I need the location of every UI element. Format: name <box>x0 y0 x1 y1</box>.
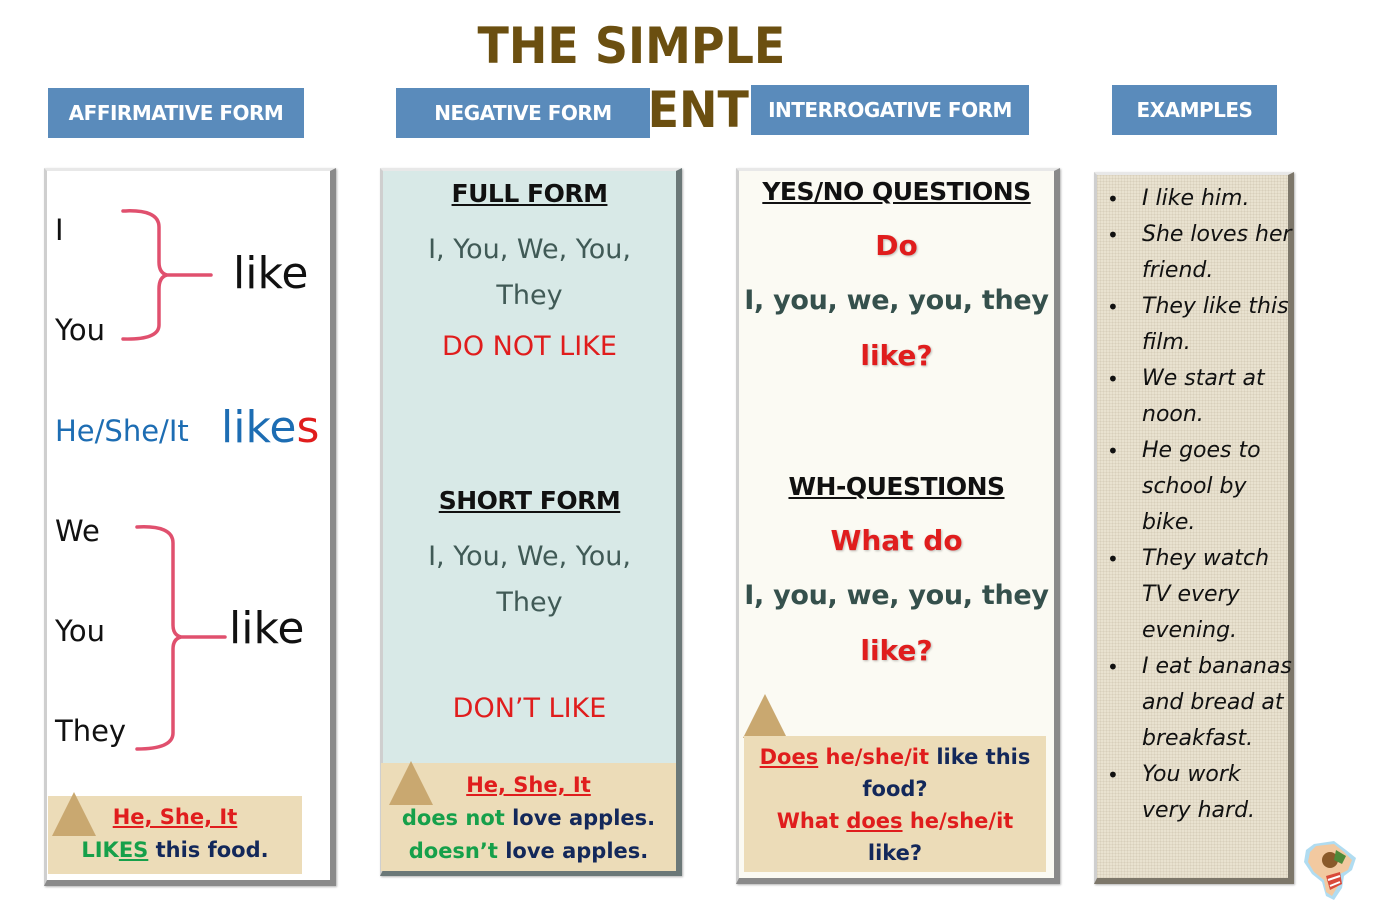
pronoun-he-she-it: He/She/It <box>55 414 189 448</box>
africa-map-icon <box>1304 841 1356 900</box>
note-verb-stem: LIK <box>81 838 119 862</box>
note-aux: Does <box>759 745 819 769</box>
example-text: We start at noon. <box>1142 366 1265 427</box>
bullet-icon: • <box>1107 187 1119 211</box>
bullet-icon: • <box>1107 439 1119 463</box>
full-form-pronouns-1: I, You, We, You, <box>428 234 631 265</box>
note-aux-full: does not <box>401 806 505 830</box>
example-text: I like him. <box>1142 186 1250 211</box>
note-rest: like? <box>867 841 923 865</box>
brace-icon <box>121 209 213 341</box>
interrogative-note: Does he/she/it like this food? What does… <box>744 736 1046 872</box>
example-item: • I eat bananas and bread at breakfast. <box>1107 649 1292 757</box>
verb-like: like <box>233 248 309 299</box>
example-text: You work very hard. <box>1142 762 1256 823</box>
example-item: • She loves her friend. <box>1107 217 1292 289</box>
verb-suffix-s: s <box>296 402 320 453</box>
note-subject: he/she/it <box>825 745 930 769</box>
bullet-icon: • <box>1107 655 1119 679</box>
note-rest: love apples. <box>505 839 649 863</box>
example-text: I eat bananas and bread at breakfast. <box>1142 654 1292 751</box>
pronoun-we: We <box>55 514 100 548</box>
bullet-icon: • <box>1107 367 1119 391</box>
header-interrogative-form: INTERROGATIVE FORM <box>751 85 1029 135</box>
example-text: They watch TV every evening. <box>1142 546 1270 643</box>
warning-triangle-icon <box>52 792 96 836</box>
warning-triangle-icon <box>743 694 787 738</box>
yes-no-aux: Do <box>875 229 918 262</box>
note-verb-suffix: ES <box>118 838 149 862</box>
wh-heading: WH-QUESTIONS <box>788 472 1005 501</box>
short-form-pronouns-2: They <box>496 587 563 618</box>
wh-pronouns: I, you, we, you, they <box>744 580 1049 611</box>
negative-note: He, She, It does not love apples. doesn’… <box>381 761 676 871</box>
note-aux-short: doesn’t <box>408 839 498 863</box>
note-subject: He, She, It <box>466 773 591 797</box>
brace-icon <box>135 525 227 751</box>
pronoun-they: They <box>55 714 127 748</box>
example-item: • They watch TV every evening. <box>1107 541 1292 649</box>
examples-panel: • I like him. • She loves her friend. • The… <box>1094 172 1294 884</box>
short-form-verb: DON’T LIKE <box>452 693 607 724</box>
warning-triangle-icon <box>389 761 433 805</box>
short-form-pronouns-1: I, You, We, You, <box>428 541 631 572</box>
full-form-heading: FULL FORM <box>451 179 608 208</box>
yes-no-pronouns: I, you, we, you, they <box>744 285 1049 316</box>
verb-like: like <box>229 603 305 654</box>
example-item: • They like this film. <box>1107 289 1292 361</box>
verb-likes: likes <box>221 402 319 453</box>
bullet-icon: • <box>1107 223 1119 247</box>
full-form-pronouns-2: They <box>496 280 563 311</box>
bullet-icon: • <box>1107 763 1119 787</box>
header-affirmative-form: AFFIRMATIVE FORM <box>48 88 304 138</box>
pronoun-you: You <box>55 313 105 347</box>
example-item: • You work very hard. <box>1107 757 1292 829</box>
example-item: • I like him. <box>1107 181 1292 217</box>
bullet-icon: • <box>1107 295 1119 319</box>
example-text: She loves her friend. <box>1142 222 1292 283</box>
note-aux: does <box>846 809 903 833</box>
note-wh-word: What <box>776 809 840 833</box>
yes-no-heading: YES/NO QUESTIONS <box>762 177 1031 206</box>
example-text: They like this film. <box>1142 294 1289 355</box>
bullet-icon: • <box>1107 547 1119 571</box>
example-item: • He goes to school by bike. <box>1107 433 1292 541</box>
examples-list: • I like him. • She loves her friend. • The… <box>1107 181 1292 829</box>
note-rest: food? <box>862 777 928 801</box>
full-form-verb: DO NOT LIKE <box>442 331 617 362</box>
header-negative-form: NEGATIVE FORM <box>396 88 650 138</box>
short-form-heading: SHORT FORM <box>438 486 621 515</box>
note-subject: He, She, It <box>112 805 238 829</box>
header-examples: EXAMPLES <box>1112 85 1277 135</box>
note-rest: this food. <box>155 838 269 862</box>
pronoun-i: I <box>55 213 64 247</box>
verb-stem: like <box>221 402 297 453</box>
note-rest: like this <box>936 745 1031 769</box>
wh-aux: What do <box>830 524 963 557</box>
affirmative-note: He, She, It LIKES this food. <box>48 792 302 874</box>
note-rest: love apples. <box>512 806 656 830</box>
example-text: He goes to school by bike. <box>1142 438 1261 535</box>
pronoun-you: You <box>55 614 105 648</box>
note-subject: he/she/it <box>909 809 1014 833</box>
wh-verb: like? <box>860 634 933 667</box>
affirmative-panel: I You like He/She/It likes We You They l… <box>44 168 336 886</box>
yes-no-verb: like? <box>860 339 933 372</box>
example-item: • We start at noon. <box>1107 361 1292 433</box>
